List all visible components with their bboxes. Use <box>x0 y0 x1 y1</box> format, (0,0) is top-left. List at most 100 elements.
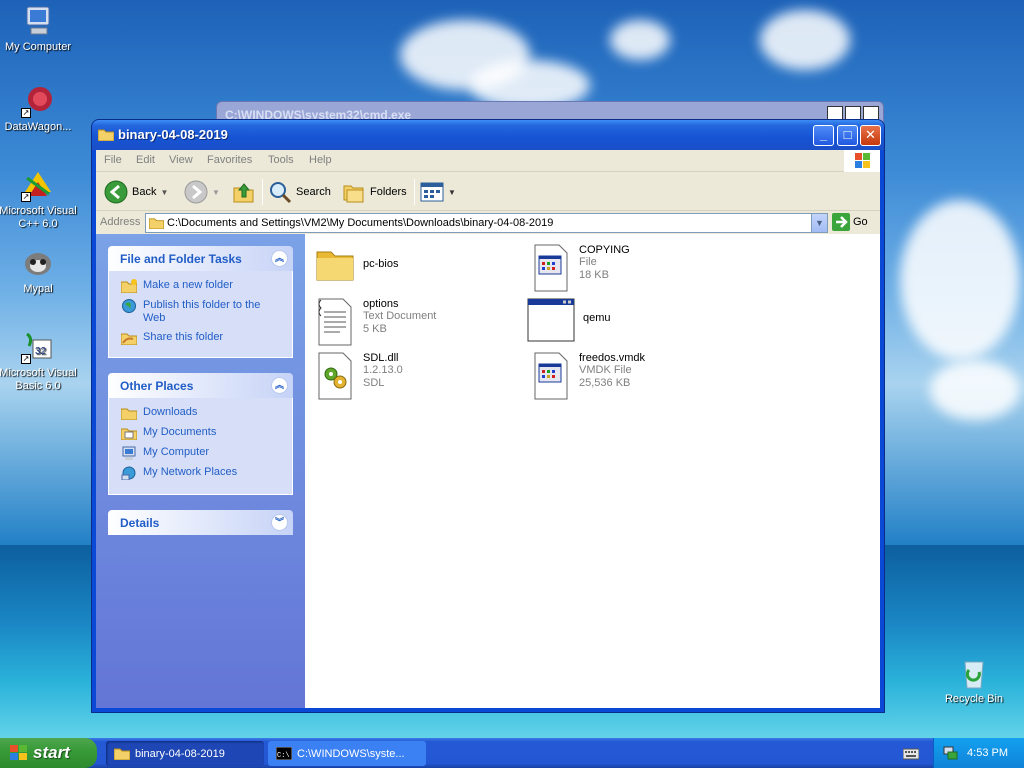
other-places-panel: Other Places ︽ Downloads My Documents My… <box>108 373 293 495</box>
dll-file-icon <box>315 352 355 400</box>
downloads-link[interactable]: Downloads <box>121 406 282 420</box>
details-header[interactable]: Details ︾ <box>108 510 293 535</box>
file-size: 18 KB <box>579 269 609 281</box>
menu-edit[interactable]: Edit <box>136 154 155 166</box>
views-button[interactable]: ▼ <box>420 178 456 206</box>
text-document-icon <box>315 298 355 346</box>
panel-body: Make a new folder Publish this folder to… <box>108 271 293 358</box>
my-computer-icon <box>21 4 55 38</box>
my-network-places-link[interactable]: My Network Places <box>121 466 282 480</box>
back-dropdown-icon[interactable]: ▼ <box>160 188 168 197</box>
file-name: SDL.dll <box>363 352 399 364</box>
file-item-options[interactable]: options Text Document 5 KB <box>315 298 436 346</box>
shortcut-arrow-icon: ↗ <box>21 192 31 202</box>
new-folder-icon <box>121 279 137 293</box>
minimize-button[interactable]: _ <box>813 125 834 146</box>
folders-button[interactable]: Folders <box>342 178 407 206</box>
my-computer-link[interactable]: My Computer <box>121 446 282 460</box>
back-button[interactable]: Back ▼ <box>104 178 168 206</box>
file-folder-tasks-header[interactable]: File and Folder Tasks ︽ <box>108 246 293 271</box>
collapse-chevron-icon[interactable]: ︽ <box>271 250 288 267</box>
network-tray-icon[interactable] <box>942 746 958 760</box>
menu-favorites[interactable]: Favorites <box>207 154 252 166</box>
share-folder-icon <box>121 333 137 345</box>
menu-view[interactable]: View <box>169 154 193 166</box>
menu-tools[interactable]: Tools <box>268 154 294 166</box>
taskbar: start binary-04-08-2019 C:\ C:\WINDOWS\s… <box>0 738 1024 768</box>
explorer-window: binary-04-08-2019 _ □ ✕ File Edit View F… <box>91 119 885 713</box>
svg-text:C:\: C:\ <box>277 752 290 760</box>
collapse-chevron-icon[interactable]: ︽ <box>271 377 288 394</box>
file-item-copying[interactable]: COPYING File 18 KB <box>531 244 630 292</box>
forward-arrow-icon <box>184 180 208 204</box>
close-button[interactable]: ✕ <box>860 125 881 146</box>
file-version: 1.2.13.0 <box>363 364 403 376</box>
desktop-icon-my-computer[interactable]: My Computer <box>0 4 80 54</box>
desktop-icon-visual-cpp[interactable]: ↗ Microsoft Visual C++ 6.0 <box>0 168 80 231</box>
file-type: VMDK File <box>579 364 632 376</box>
network-icon <box>121 466 136 480</box>
desktop-icon-label: Microsoft Visual Basic 6.0 <box>0 367 77 392</box>
desktop-icon-mypal[interactable]: Mypal <box>0 246 80 296</box>
generic-file-icon <box>531 244 571 292</box>
expand-chevron-icon[interactable]: ︾ <box>271 514 288 531</box>
desktop-icon-label: Mypal <box>23 283 53 295</box>
address-dropdown-icon[interactable]: ▼ <box>811 214 827 232</box>
make-new-folder-link[interactable]: Make a new folder <box>121 279 282 293</box>
folders-icon <box>343 185 364 203</box>
desktop-icon-visual-basic[interactable]: 32 ↗ Microsoft Visual Basic 6.0 <box>0 330 80 393</box>
window-body: File Edit View Favorites Tools Help Back… <box>96 150 880 708</box>
address-bar: Address C:\Documents and Settings\VM2\My… <box>96 212 880 234</box>
globe-icon <box>122 299 136 313</box>
computer-icon <box>122 446 136 460</box>
desktop-icon-label: DataWagon... <box>4 121 72 133</box>
clock[interactable]: 4:53 PM <box>967 747 1008 759</box>
keyboard-icon[interactable] <box>903 746 919 760</box>
taskbar-button-cmd[interactable]: C:\ C:\WINDOWS\syste... <box>268 741 426 766</box>
file-item-freedos-vmdk[interactable]: freedos.vmdk VMDK File 25,536 KB <box>531 352 645 400</box>
system-tray: 4:53 PM <box>933 738 1024 768</box>
menu-file[interactable]: File <box>104 154 122 166</box>
taskbar-button-explorer[interactable]: binary-04-08-2019 <box>106 741 264 766</box>
go-button[interactable]: Go <box>832 213 868 231</box>
windows-logo-icon <box>844 150 880 172</box>
menu-help[interactable]: Help <box>309 154 332 166</box>
svg-text:32: 32 <box>35 346 47 357</box>
share-folder-link[interactable]: Share this folder <box>121 331 282 345</box>
up-folder-icon <box>233 183 254 203</box>
file-item-sdl-dll[interactable]: SDL.dll 1.2.13.0 SDL <box>315 352 403 400</box>
file-folder-tasks-panel: File and Folder Tasks ︽ Make a new folde… <box>108 246 293 358</box>
recycle-bin-icon <box>957 656 991 690</box>
up-folder-button[interactable] <box>232 178 256 206</box>
start-button[interactable]: start <box>0 738 97 768</box>
datawagon-icon: ↗ <box>21 84 55 118</box>
address-value: C:\Documents and Settings\VM2\My Documen… <box>167 217 554 229</box>
panel-title: Details <box>120 516 160 530</box>
console-icon: C:\ <box>276 747 292 760</box>
panel-title: Other Places <box>120 379 194 393</box>
desktop-icon-label: My Computer <box>4 41 72 53</box>
file-name: pc-bios <box>363 258 399 270</box>
my-documents-link[interactable]: My Documents <box>121 426 282 440</box>
folder-icon <box>315 244 355 292</box>
search-button[interactable]: Search <box>268 178 331 206</box>
visual-basic-icon: 32 ↗ <box>21 330 55 364</box>
desktop-icon-datawagon[interactable]: ↗ DataWagon... <box>0 84 80 134</box>
go-arrow-icon <box>832 213 850 231</box>
forward-button[interactable]: ▼ <box>184 178 220 206</box>
maximize-button[interactable]: □ <box>837 125 858 146</box>
file-name: freedos.vmdk <box>579 352 646 364</box>
generic-file-icon <box>531 352 571 400</box>
desktop-icon-label: Microsoft Visual C++ 6.0 <box>0 205 77 230</box>
other-places-header[interactable]: Other Places ︽ <box>108 373 293 398</box>
file-item-qemu[interactable]: qemu <box>527 298 611 346</box>
panel-title: File and Folder Tasks <box>120 252 242 266</box>
title-bar[interactable]: binary-04-08-2019 _ □ ✕ <box>92 120 884 150</box>
file-item-pc-bios[interactable]: pc-bios <box>315 244 398 292</box>
address-input[interactable]: C:\Documents and Settings\VM2\My Documen… <box>145 213 828 233</box>
mypal-icon <box>21 246 55 280</box>
desktop-icon-recycle-bin[interactable]: Recycle Bin <box>932 656 1016 706</box>
publish-folder-web-link[interactable]: Publish this folder to the Web <box>121 299 282 325</box>
details-panel: Details ︾ <box>108 510 293 535</box>
address-label: Address <box>100 216 141 228</box>
